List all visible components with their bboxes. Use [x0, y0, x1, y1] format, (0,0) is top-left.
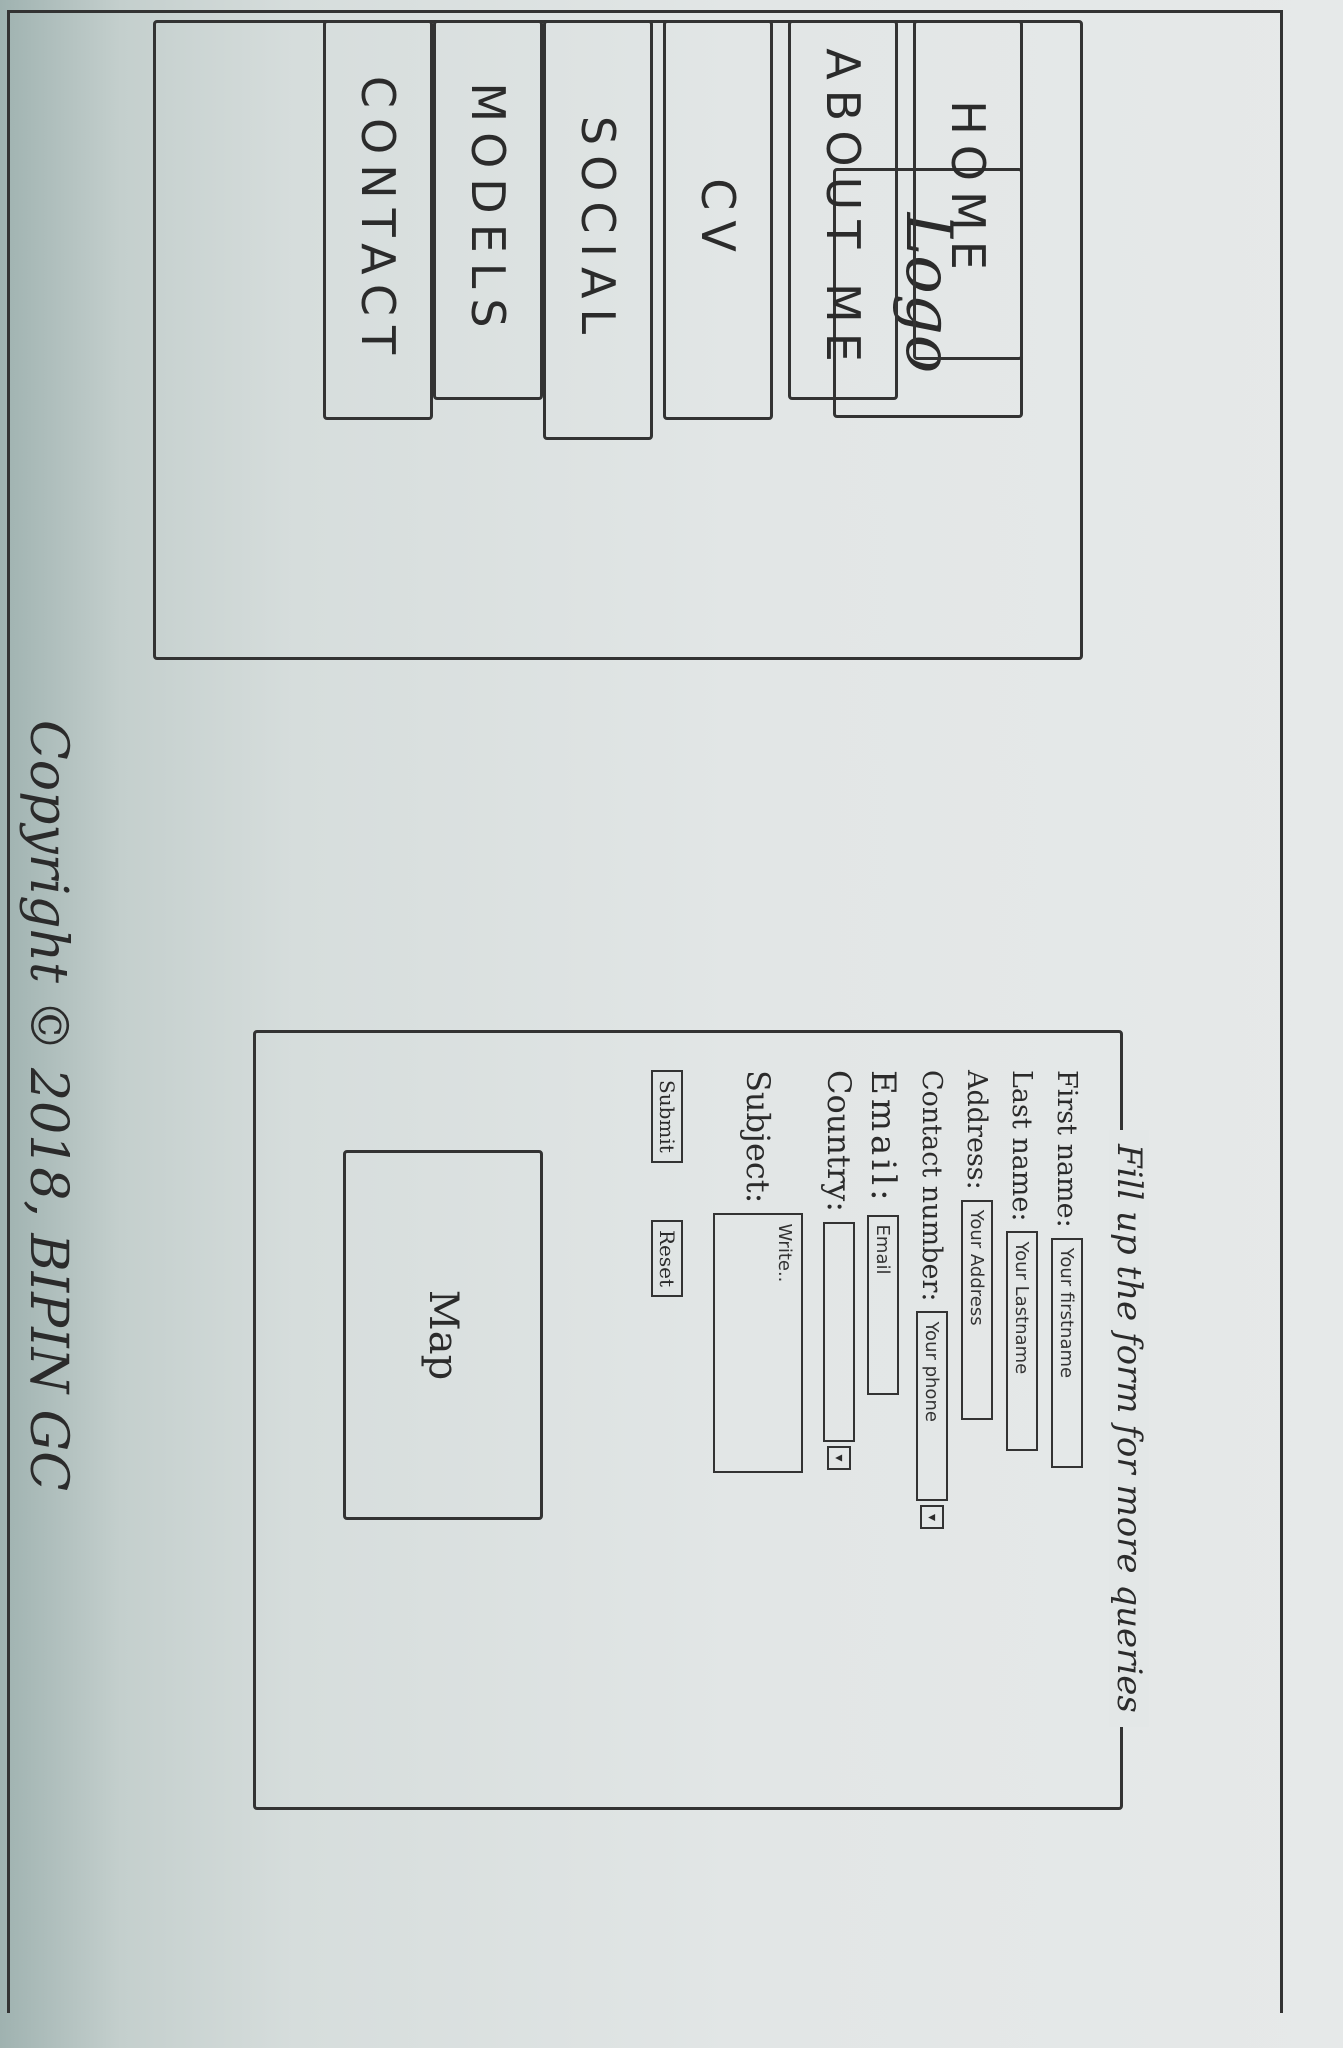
nav-item-cv[interactable]: CV [663, 20, 773, 420]
first-name-input[interactable]: Your firstname [1051, 1237, 1083, 1468]
country-row: Country: ▾ [820, 1070, 858, 1470]
main-content: Fill up the form for more queries First … [123, 1030, 1283, 1830]
nav-item-social[interactable]: SOCIAL [543, 20, 653, 440]
footer-copyright: Copyright © 2018, BIPIN GC [18, 720, 78, 1492]
submit-button[interactable]: Submit [651, 1070, 683, 1163]
map[interactable]: Map [343, 1150, 543, 1520]
email-input[interactable]: Email [867, 1214, 899, 1395]
nav-label-cv: CV [691, 178, 745, 262]
sketch-paper: Logo HOME ABOUT ME CV SOCIAL MODELS CONT… [0, 0, 1343, 2048]
chevron-down-icon[interactable]: ▾ [827, 1445, 851, 1470]
contact-input[interactable]: Your phone [916, 1311, 948, 1502]
country-label: Country: [820, 1070, 858, 1212]
wireframe-page: Logo HOME ABOUT ME CV SOCIAL MODELS CONT… [0, 0, 1343, 2048]
nav-item-models[interactable]: MODELS [433, 20, 543, 400]
form-legend: Fill up the form for more queries [1109, 1130, 1149, 1727]
email-row: Email: Email [863, 1070, 903, 1395]
contact-label: Contact number: [916, 1070, 948, 1302]
first-name-label: First name: [1051, 1070, 1083, 1228]
address-label: Address: [961, 1070, 993, 1190]
nav-item-home[interactable]: HOME [913, 20, 1023, 360]
country-select[interactable] [823, 1221, 855, 1442]
nav-label-social: SOCIAL [571, 115, 625, 345]
nav-label-contact: CONTACT [351, 75, 405, 365]
sidebar: Logo HOME ABOUT ME CV SOCIAL MODELS CONT… [153, 20, 1083, 660]
address-input[interactable]: Your Address [961, 1199, 993, 1420]
address-row: Address: Your Address [961, 1070, 993, 1420]
contact-row: Contact number: Your phone ▾ [916, 1070, 948, 1530]
nav-label-models: MODELS [461, 82, 515, 338]
nav-item-about-me[interactable]: ABOUT ME [788, 20, 898, 400]
email-label: Email: [863, 1070, 903, 1205]
map-label: Map [420, 1289, 466, 1381]
nav-item-contact[interactable]: CONTACT [323, 20, 433, 420]
reset-button[interactable]: Reset [651, 1220, 683, 1298]
last-name-row: Last name: Your Lastname [1006, 1070, 1038, 1452]
country-code-dropdown-icon[interactable]: ▾ [920, 1505, 944, 1530]
subject-textarea[interactable]: Write.. [713, 1213, 803, 1474]
nav-label-about-me: ABOUT ME [816, 48, 870, 372]
subject-label: Subject: [739, 1070, 777, 1204]
first-name-row: First name: Your firstname [1051, 1070, 1083, 1468]
subject-row: Subject: Write.. [713, 1070, 803, 1474]
nav-label-home: HOME [941, 100, 995, 280]
last-name-input[interactable]: Your Lastname [1006, 1231, 1038, 1452]
last-name-label: Last name: [1006, 1070, 1038, 1222]
